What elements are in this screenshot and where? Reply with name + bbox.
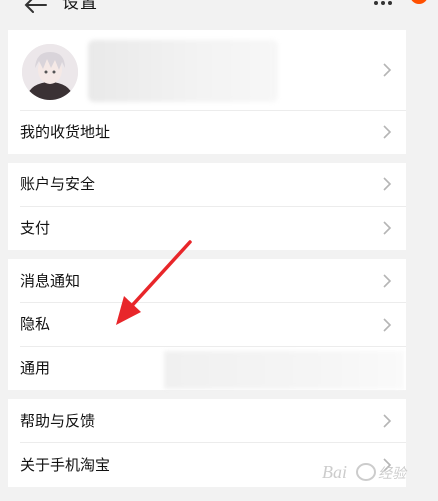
annotation-arrow-icon [116, 240, 192, 325]
svg-text:Bai: Bai [322, 462, 347, 482]
svg-text:经验: 经验 [378, 466, 408, 482]
watermark: Bai 经验 [320, 458, 430, 494]
